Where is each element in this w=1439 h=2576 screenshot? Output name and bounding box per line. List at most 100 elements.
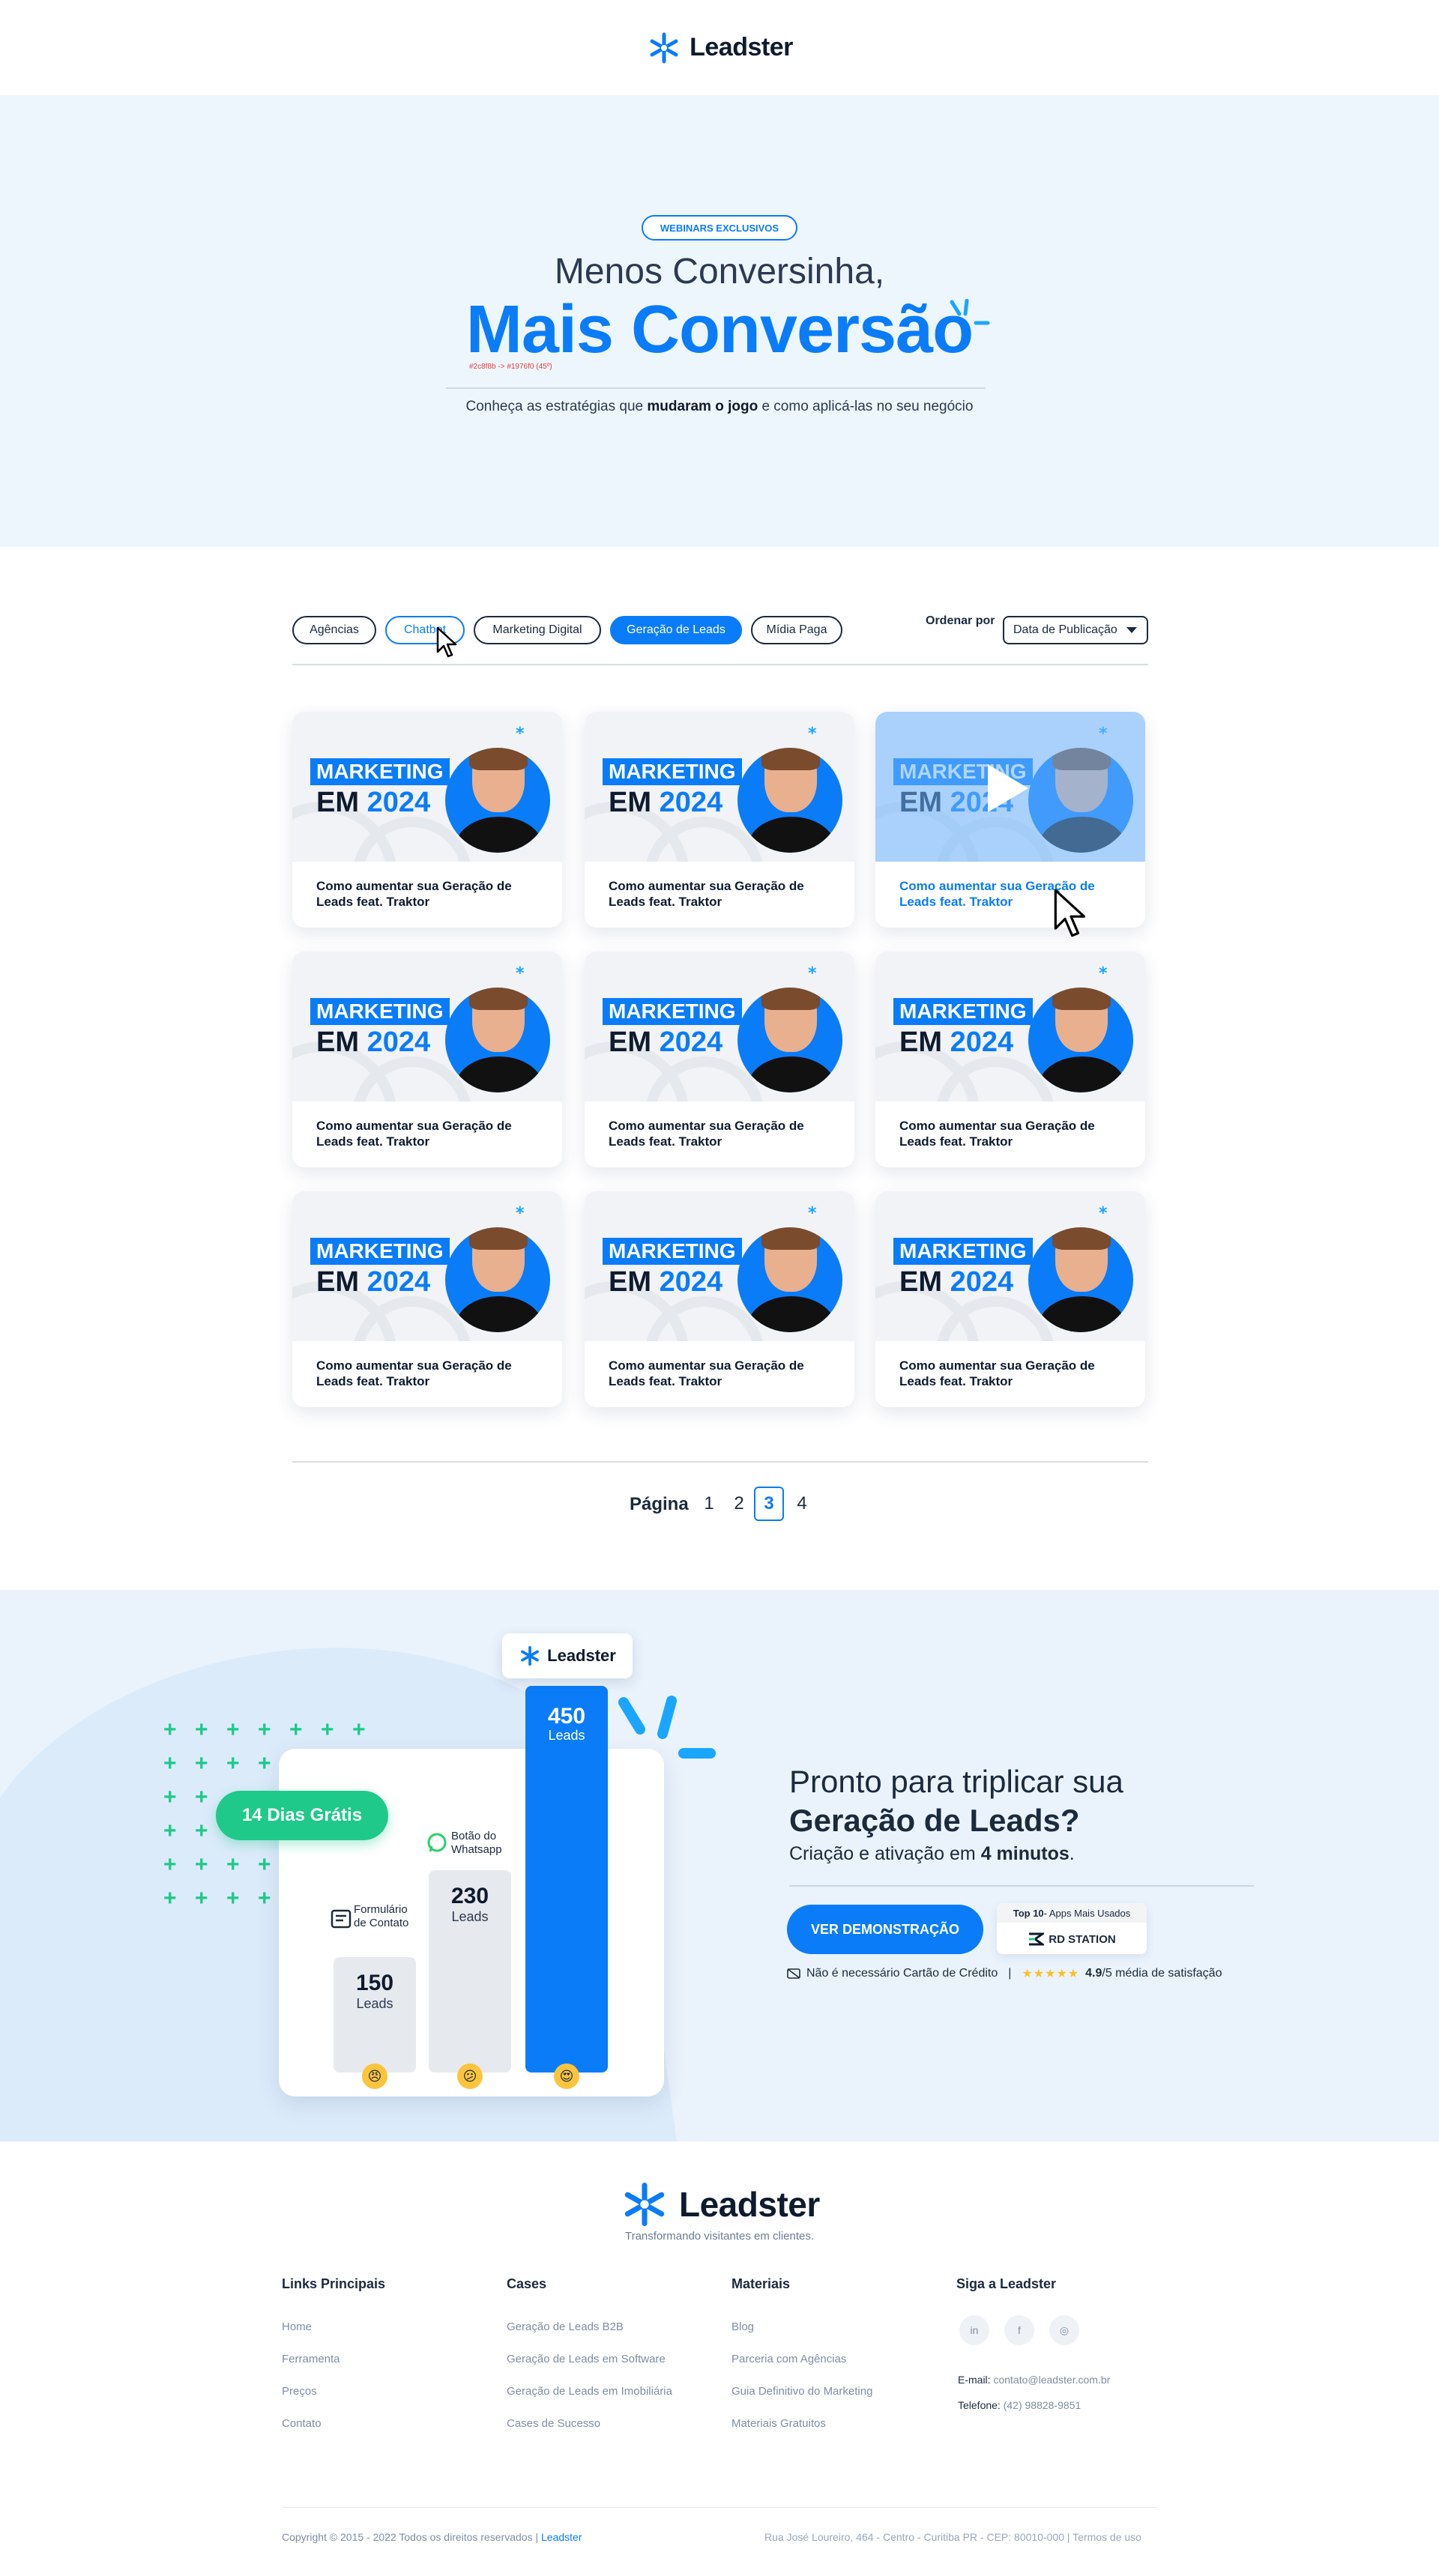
phone-value[interactable]: (42) 98828-9851 [1004, 2399, 1081, 2411]
thumb-marketing-label: MARKETING [310, 1238, 450, 1265]
footer-link-cases[interactable]: Cases de Sucesso [507, 2417, 672, 2430]
webinar-title[interactable]: Como aumentar sua Geração de Leads feat.… [609, 1118, 833, 1149]
instagram-icon[interactable]: ◎ [1049, 2315, 1079, 2345]
webinar-thumbnail[interactable]: MARKETINGEM 2024⁎ [292, 1191, 562, 1341]
speaker-photo [737, 1227, 842, 1332]
webinar-title[interactable]: Como aumentar sua Geração de Leads feat.… [316, 878, 541, 910]
footer-link-contato[interactable]: Contato [282, 2417, 385, 2430]
webinar-title[interactable]: Como aumentar sua Geração de Leads feat.… [316, 1118, 541, 1149]
footer-link-home[interactable]: Home [282, 2320, 385, 2333]
footer-link-b2b[interactable]: Geração de Leads B2B [507, 2320, 672, 2333]
linkedin-icon[interactable]: in [959, 2315, 989, 2345]
webinar-card[interactable]: MARKETINGEM 2024⁎ Como aumentar sua Geraç… [585, 952, 854, 1167]
filter-marketing-digital[interactable]: Marketing Digital [474, 616, 601, 644]
plus-icon: + [163, 1785, 177, 1809]
footer-link-software[interactable]: Geração de Leads em Software [507, 2353, 672, 2365]
webinar-card[interactable]: MARKETINGEM 2024⁎ Como aumentar sua Geraç… [585, 1191, 854, 1407]
spark-icon: ⁎ [808, 959, 817, 978]
plus-icon: + [195, 1785, 208, 1809]
leadster-spark-icon [521, 1645, 540, 1666]
spark-icon: ⁎ [516, 959, 525, 978]
thumb-em: EM [316, 1027, 367, 1058]
copyright-link[interactable]: Leadster [541, 2531, 582, 2543]
header-logo[interactable]: Leadster [646, 30, 793, 66]
webinar-card[interactable]: MARKETINGEM 2024⁎ Como aumentar sua Geraç… [292, 952, 562, 1167]
bar-formulario-label: Formulário de Contato [354, 1903, 409, 1929]
cta-separator: | [1008, 1967, 1012, 1980]
hero-title-line1: Menos Conversinha, [554, 252, 885, 291]
thumb-year: 2024 [659, 787, 723, 818]
webinar-card[interactable]: MARKETINGEM 2024⁎ Como aumentar sua Geraç… [875, 952, 1145, 1167]
webinar-thumbnail[interactable]: MARKETINGEM 2024⁎ [292, 952, 562, 1101]
footer-logo[interactable]: Leadster [619, 2179, 820, 2230]
page-2[interactable]: 2 [724, 1487, 754, 1521]
rd-station-logo: RD STATION [997, 1926, 1147, 1953]
no-credit-card-icon [787, 1968, 800, 1979]
page-1[interactable]: 1 [694, 1487, 724, 1521]
webinar-thumbnail[interactable]: MARKETINGEM 2024⁎ [875, 1191, 1145, 1341]
site-footer: Leadster Transformando visitantes em cli… [0, 2141, 1439, 2576]
webinar-title[interactable]: Como aumentar sua Geração de Leads feat.… [609, 1358, 833, 1389]
plus-icon: + [321, 1717, 334, 1742]
webinar-title[interactable]: Como aumentar sua Geração de Leads feat.… [899, 1118, 1124, 1149]
speaker-photo [1028, 1227, 1133, 1332]
hero-spark-icon [950, 299, 990, 325]
webinar-thumbnail[interactable]: MARKETINGEM 2024⁎ [585, 712, 854, 862]
webinar-title[interactable]: Como aumentar sua Geração de Leads feat.… [899, 878, 1124, 910]
bar-whatsapp-unit: Leads [451, 1909, 489, 1924]
play-icon[interactable] [988, 764, 1028, 812]
facebook-icon[interactable]: f [1004, 2315, 1034, 2345]
footer-link-ferramenta[interactable]: Ferramenta [282, 2353, 385, 2365]
webinar-title[interactable]: Como aumentar sua Geração de Leads feat.… [609, 878, 833, 910]
sort-value: Data de Publicação [1013, 623, 1117, 636]
filter-geracao-de-leads[interactable]: Geração de Leads [610, 616, 742, 644]
footer-link-precos[interactable]: Preços [282, 2385, 385, 2398]
webinar-thumbnail[interactable]: MARKETINGEM 2024⁎ [875, 712, 1145, 862]
rd-station-card: Top 10 - Apps Mais Usados RD STATION [997, 1903, 1147, 1954]
email-value[interactable]: contato@leadster.com.br [993, 2374, 1110, 2386]
bar-leadster-unit: Leads [548, 1728, 585, 1743]
webinar-thumbnail[interactable]: MARKETINGEM 2024⁎ [585, 1191, 854, 1341]
plus-icon: + [163, 1751, 177, 1776]
footer-link-agencias[interactable]: Parceria com Agências [731, 2353, 872, 2365]
footer-link-guia[interactable]: Guia Definitivo do Marketing [731, 2385, 872, 2398]
footer-link-imobiliaria[interactable]: Geração de Leads em Imobiliária [507, 2385, 672, 2398]
webinar-card[interactable]: MARKETINGEM 2024⁎ Como aumentar sua Geraç… [585, 712, 854, 928]
cta-section: + + + + + + + + + + + + + + + + + + + + + + + 150 Leads Formul… [0, 1590, 1439, 2141]
plus-icon: + [163, 1886, 177, 1911]
footer-link-blog[interactable]: Blog [731, 2320, 872, 2333]
plus-icon: + [195, 1751, 208, 1776]
cta-sub-post: . [1069, 1843, 1075, 1864]
thumb-year-label: EM 2024 [899, 1266, 1013, 1298]
webinar-card[interactable]: MARKETINGEM 2024⁎ Como aumentar sua Geraç… [875, 712, 1145, 928]
leadster-spark-icon [624, 2182, 665, 2227]
bar-leadster-value: 450 [547, 1704, 586, 1729]
cta-title-line2: Geração de Leads? [789, 1803, 1080, 1838]
filter-agencias[interactable]: Agências [292, 616, 376, 644]
webinar-title[interactable]: Como aumentar sua Geração de Leads feat.… [316, 1358, 541, 1389]
webinar-card[interactable]: MARKETINGEM 2024⁎ Como aumentar sua Geraç… [875, 1191, 1145, 1407]
rd-top-bold: Top 10 [1013, 1907, 1044, 1919]
thumb-marketing-label: MARKETING [603, 1238, 742, 1265]
webinar-title[interactable]: Como aumentar sua Geração de Leads feat.… [899, 1358, 1124, 1389]
page-4[interactable]: 4 [787, 1487, 817, 1521]
thumb-em: EM [609, 1027, 660, 1058]
webinar-thumbnail[interactable]: MARKETINGEM 2024⁎ [292, 712, 562, 862]
footer-col-links-head: Links Principais [282, 2276, 386, 2291]
webinar-card[interactable]: MARKETINGEM 2024⁎ Como aumentar sua Geraç… [292, 1191, 562, 1407]
page-3[interactable]: 3 [754, 1487, 784, 1521]
cta-divider [789, 1885, 1254, 1887]
webinar-thumbnail[interactable]: MARKETINGEM 2024⁎ [585, 952, 854, 1101]
footer-link-materiais[interactable]: Materiais Gratuitos [731, 2417, 872, 2430]
spark-icon: ⁎ [516, 719, 525, 738]
thumb-em: EM [609, 1266, 660, 1298]
footer-col-materiais-head: Materiais [731, 2276, 791, 2291]
webinar-thumbnail[interactable]: MARKETINGEM 2024⁎ [875, 952, 1145, 1101]
speaker-photo [737, 748, 842, 853]
demo-button[interactable]: VER DEMONSTRAÇÃO [787, 1905, 983, 1954]
filter-midia-paga[interactable]: Mídia Paga [751, 616, 842, 644]
webinar-card[interactable]: MARKETINGEM 2024⁎ Como aumentar sua Geraç… [292, 712, 562, 928]
confused-emoji-icon: 😕 [457, 2063, 483, 2089]
leadster-chip-text: Leadster [547, 1646, 616, 1665]
sort-select[interactable]: Data de Publicação [1003, 616, 1148, 644]
